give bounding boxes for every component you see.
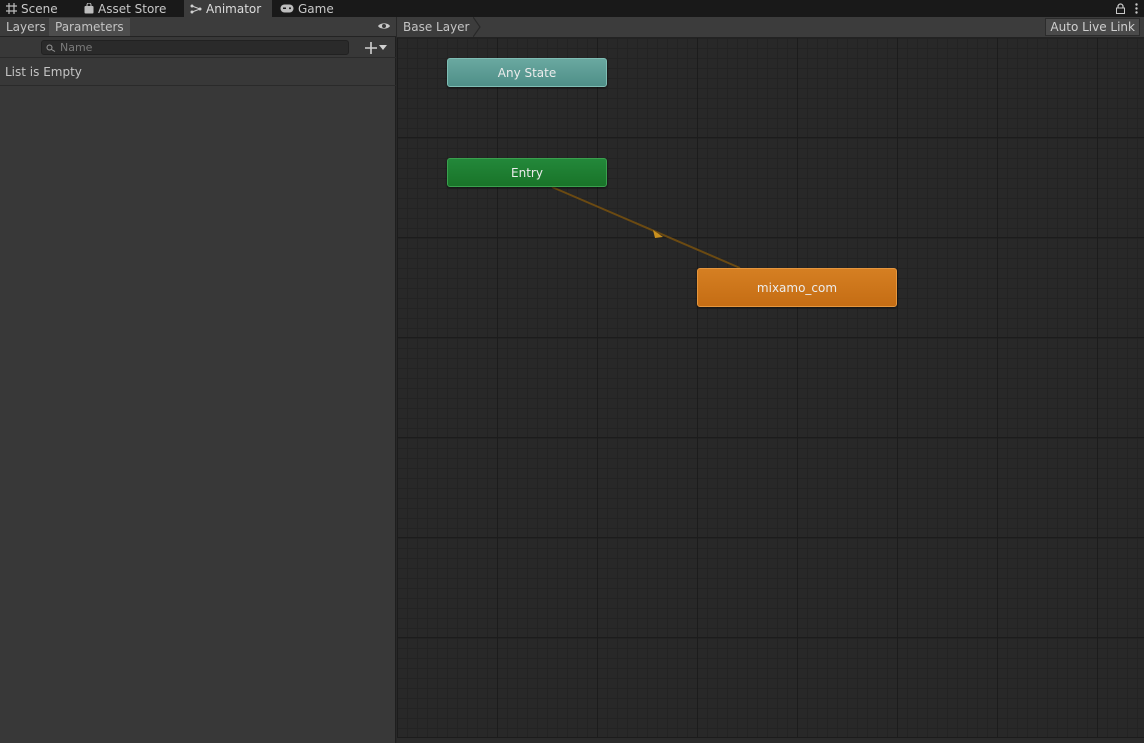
tab-asset-store[interactable]: Asset Store bbox=[78, 0, 172, 17]
transition-layer bbox=[551, 186, 741, 269]
entry-node[interactable]: Entry bbox=[447, 158, 607, 187]
graph-toolbar: Base Layer Auto Live Link bbox=[397, 17, 1144, 38]
search-icon bbox=[46, 44, 56, 52]
entry-default-transition[interactable] bbox=[551, 186, 741, 269]
tab-parameters[interactable]: Parameters bbox=[49, 18, 130, 36]
lock-icon[interactable] bbox=[1116, 3, 1125, 14]
left-panel-toolbar: Layers Parameters bbox=[0, 17, 396, 37]
auto-live-link-button[interactable]: Auto Live Link bbox=[1045, 18, 1140, 36]
tab-animator[interactable]: Animator bbox=[184, 0, 272, 17]
parameter-list-empty-message: List is Empty bbox=[0, 58, 396, 86]
bag-icon bbox=[84, 3, 94, 14]
tab-label: Game bbox=[298, 1, 334, 16]
animator-icon bbox=[190, 4, 202, 13]
any-state-node[interactable]: Any State bbox=[447, 58, 607, 87]
tab-label: Scene bbox=[21, 1, 58, 16]
tab-label: Asset Store bbox=[98, 1, 167, 16]
parameters-panel: Layers Parameters List is Empty bbox=[0, 17, 396, 743]
window-tab-bar: Scene Asset Store Animator Game bbox=[0, 0, 1144, 17]
parameter-search-field[interactable] bbox=[41, 40, 349, 55]
plus-icon bbox=[365, 41, 377, 54]
grid-icon bbox=[6, 3, 17, 14]
search-input[interactable] bbox=[60, 41, 330, 54]
tab-label: Animator bbox=[206, 1, 262, 16]
state-node-mixamo-com[interactable]: mixamo_com bbox=[697, 268, 897, 307]
window-controls bbox=[1116, 0, 1138, 17]
gamepad-icon bbox=[280, 4, 294, 13]
more-options-icon[interactable] bbox=[1135, 3, 1138, 14]
parameter-search-row bbox=[0, 37, 396, 58]
tab-layers[interactable]: Layers bbox=[0, 18, 52, 36]
tab-scene[interactable]: Scene bbox=[0, 0, 64, 17]
eye-icon[interactable] bbox=[377, 21, 391, 31]
animator-graph-canvas[interactable]: Any State Entry mixamo_com bbox=[397, 38, 1144, 743]
breadcrumb-base-layer[interactable]: Base Layer bbox=[397, 17, 484, 37]
add-parameter-button[interactable] bbox=[365, 39, 393, 56]
chevron-down-icon bbox=[379, 45, 387, 50]
horizontal-scrollbar[interactable] bbox=[397, 738, 1144, 743]
tab-game[interactable]: Game bbox=[274, 0, 340, 17]
breadcrumb-separator-icon bbox=[473, 17, 481, 37]
